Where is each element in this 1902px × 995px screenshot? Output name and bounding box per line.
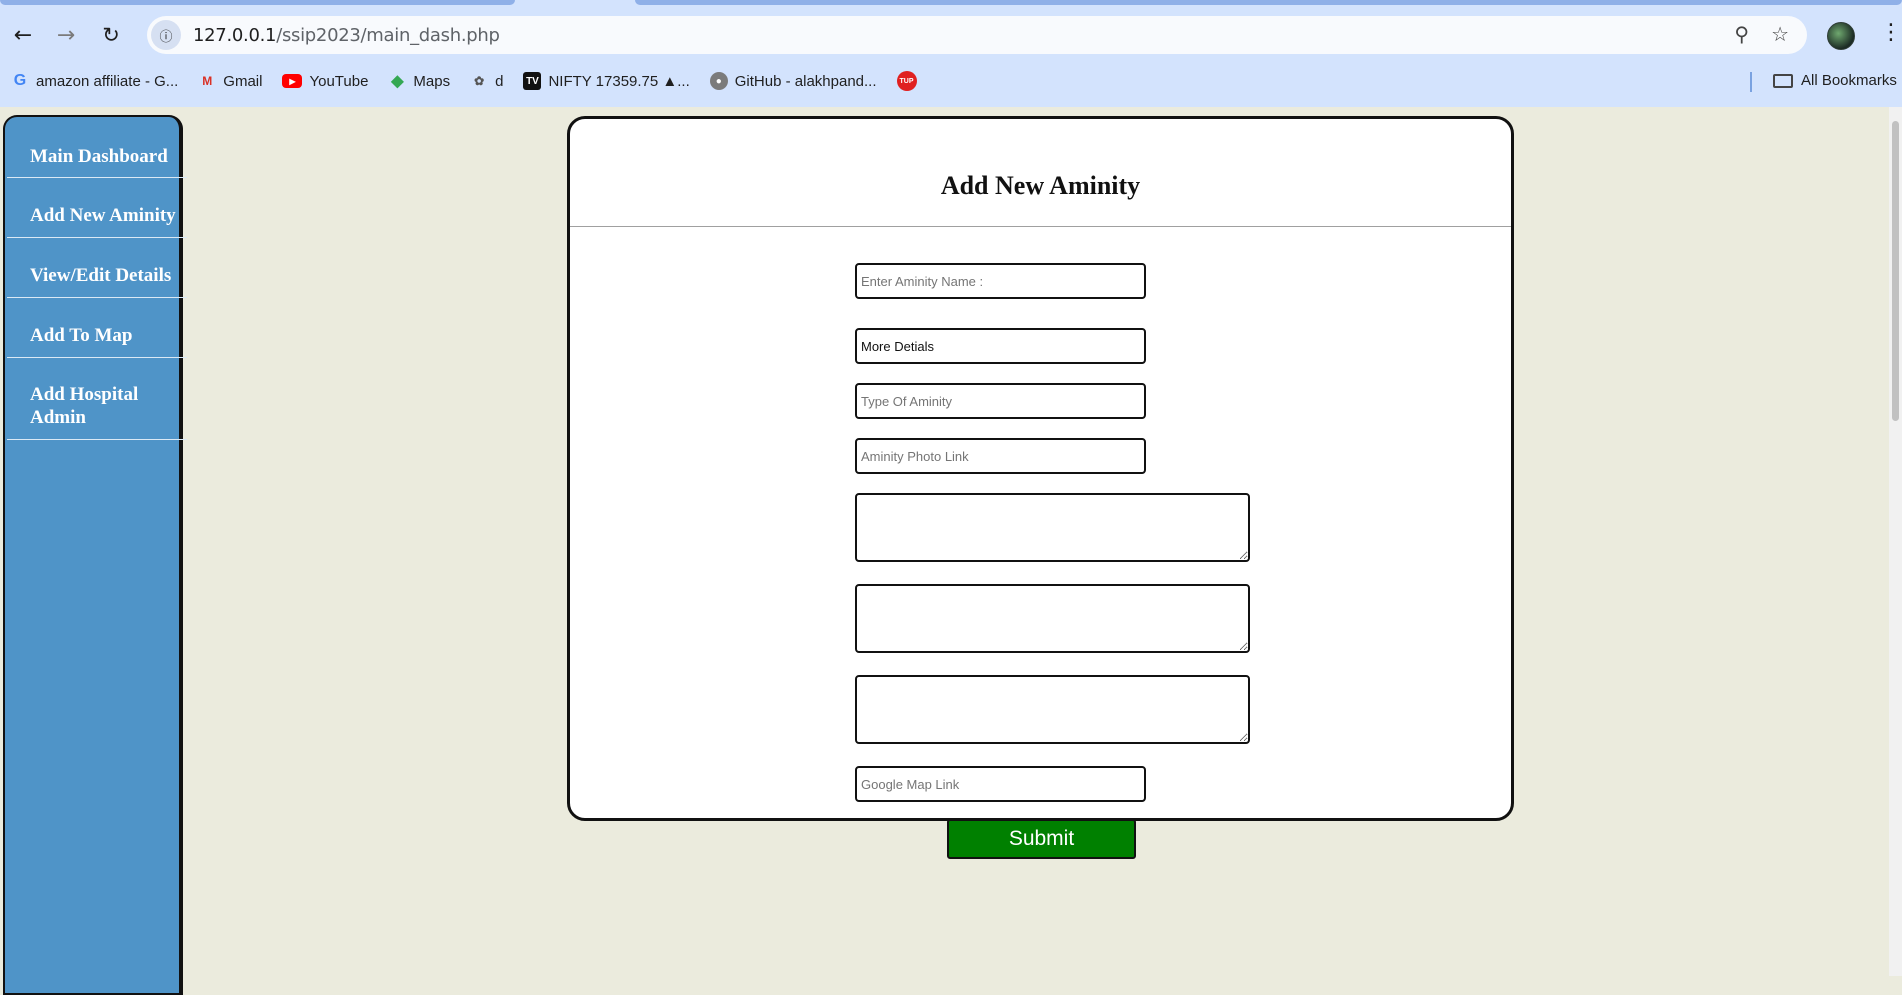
- bookmark-youtube[interactable]: ▶ YouTube: [282, 73, 368, 90]
- bookmark-label: GitHub - alakhpand...: [734, 72, 877, 90]
- google-map-link-input[interactable]: [855, 766, 1146, 802]
- tradingview-icon: TV: [523, 72, 542, 90]
- google-icon: G: [13, 72, 27, 89]
- page-scrollbar[interactable]: [1889, 107, 1902, 976]
- gmail-icon: M: [202, 74, 213, 88]
- bookmark-label: YouTube: [309, 72, 369, 90]
- url-path: /ssip2023/main_dash.php: [276, 24, 500, 46]
- bookmark-gmail[interactable]: M Gmail: [198, 72, 262, 90]
- aminity-type-input[interactable]: [855, 383, 1146, 419]
- forward-arrow-icon[interactable]: →: [51, 20, 81, 50]
- aminity-photo-link-input[interactable]: [855, 438, 1146, 474]
- browser-chrome: ← → ↻ ⓘ 127.0.0.1/ssip2023/main_dash.php…: [0, 0, 1902, 107]
- sidebar-item-add-new-aminity[interactable]: Add New Aminity: [7, 178, 187, 238]
- more-details-input[interactable]: [855, 328, 1146, 364]
- bookmark-star-icon[interactable]: ☆: [1771, 22, 1789, 46]
- aminity-name-input[interactable]: [855, 263, 1146, 299]
- profile-avatar[interactable]: [1827, 22, 1855, 50]
- tab-inactive-edge[interactable]: [635, 0, 1902, 5]
- d-favicon: ✿: [474, 74, 485, 88]
- bookmark-label: amazon affiliate - G...: [36, 72, 179, 90]
- title-divider: [570, 226, 1511, 227]
- all-bookmarks-label: All Bookmarks: [1801, 72, 1897, 89]
- bookmark-label: Maps: [413, 72, 451, 90]
- textarea-2[interactable]: [855, 584, 1250, 653]
- sidebar-item-add-to-map[interactable]: Add To Map: [7, 298, 187, 358]
- textarea-1[interactable]: [855, 493, 1250, 562]
- page-title: Add New Aminity: [940, 171, 1141, 200]
- bookmarks-bar: G amazon affiliate - G... M Gmail ▶ YouT…: [0, 66, 1902, 96]
- bookmarks-divider: [1750, 72, 1752, 92]
- tup-icon: TUP: [896, 71, 917, 91]
- address-bar[interactable]: ⓘ 127.0.0.1/ssip2023/main_dash.php ⚲ ☆: [147, 16, 1807, 54]
- bookmark-label: d: [495, 72, 504, 90]
- sidebar: Main Dashboard Add New Aminity View/Edit…: [3, 115, 187, 995]
- bookmark-tup[interactable]: TUP: [896, 71, 924, 91]
- bookmark-maps[interactable]: ◆ Maps: [388, 72, 451, 91]
- submit-button[interactable]: Submit: [947, 819, 1136, 859]
- all-bookmarks-button[interactable]: All Bookmarks: [1773, 72, 1897, 89]
- url-text[interactable]: 127.0.0.1/ssip2023/main_dash.php: [193, 25, 500, 46]
- kebab-menu-icon[interactable]: ⋮: [1880, 20, 1902, 45]
- bookmark-label: Gmail: [223, 72, 263, 90]
- form-card: Add New Aminity: [567, 116, 1514, 821]
- github-icon: ●: [709, 72, 728, 90]
- zoom-icon[interactable]: ⚲: [1734, 22, 1749, 46]
- bookmark-amazon-affiliate[interactable]: G amazon affiliate - G...: [11, 72, 179, 90]
- textarea-3[interactable]: [855, 675, 1250, 744]
- sidebar-item-main-dashboard[interactable]: Main Dashboard: [7, 117, 187, 178]
- reload-icon[interactable]: ↻: [96, 20, 126, 50]
- maps-icon: ◆: [391, 73, 404, 90]
- bookmark-github[interactable]: ● GitHub - alakhpand...: [709, 72, 877, 90]
- back-arrow-icon[interactable]: ←: [8, 20, 38, 50]
- scrollbar-thumb[interactable]: [1892, 121, 1899, 421]
- sidebar-item-view-edit-details[interactable]: View/Edit Details: [7, 238, 187, 298]
- url-host: 127.0.0.1: [193, 24, 277, 46]
- bookmark-label: NIFTY 17359.75 ▲...: [548, 72, 690, 90]
- tab-active-edge[interactable]: [0, 0, 515, 5]
- folder-icon: [1773, 73, 1793, 88]
- bookmark-nifty[interactable]: TV NIFTY 17359.75 ▲...: [523, 72, 690, 90]
- bookmark-d[interactable]: ✿ d: [470, 72, 503, 90]
- sidebar-item-add-hospital-admin[interactable]: Add Hospital Admin: [7, 358, 187, 440]
- site-info-icon[interactable]: ⓘ: [151, 20, 181, 50]
- youtube-icon: ▶: [282, 74, 303, 88]
